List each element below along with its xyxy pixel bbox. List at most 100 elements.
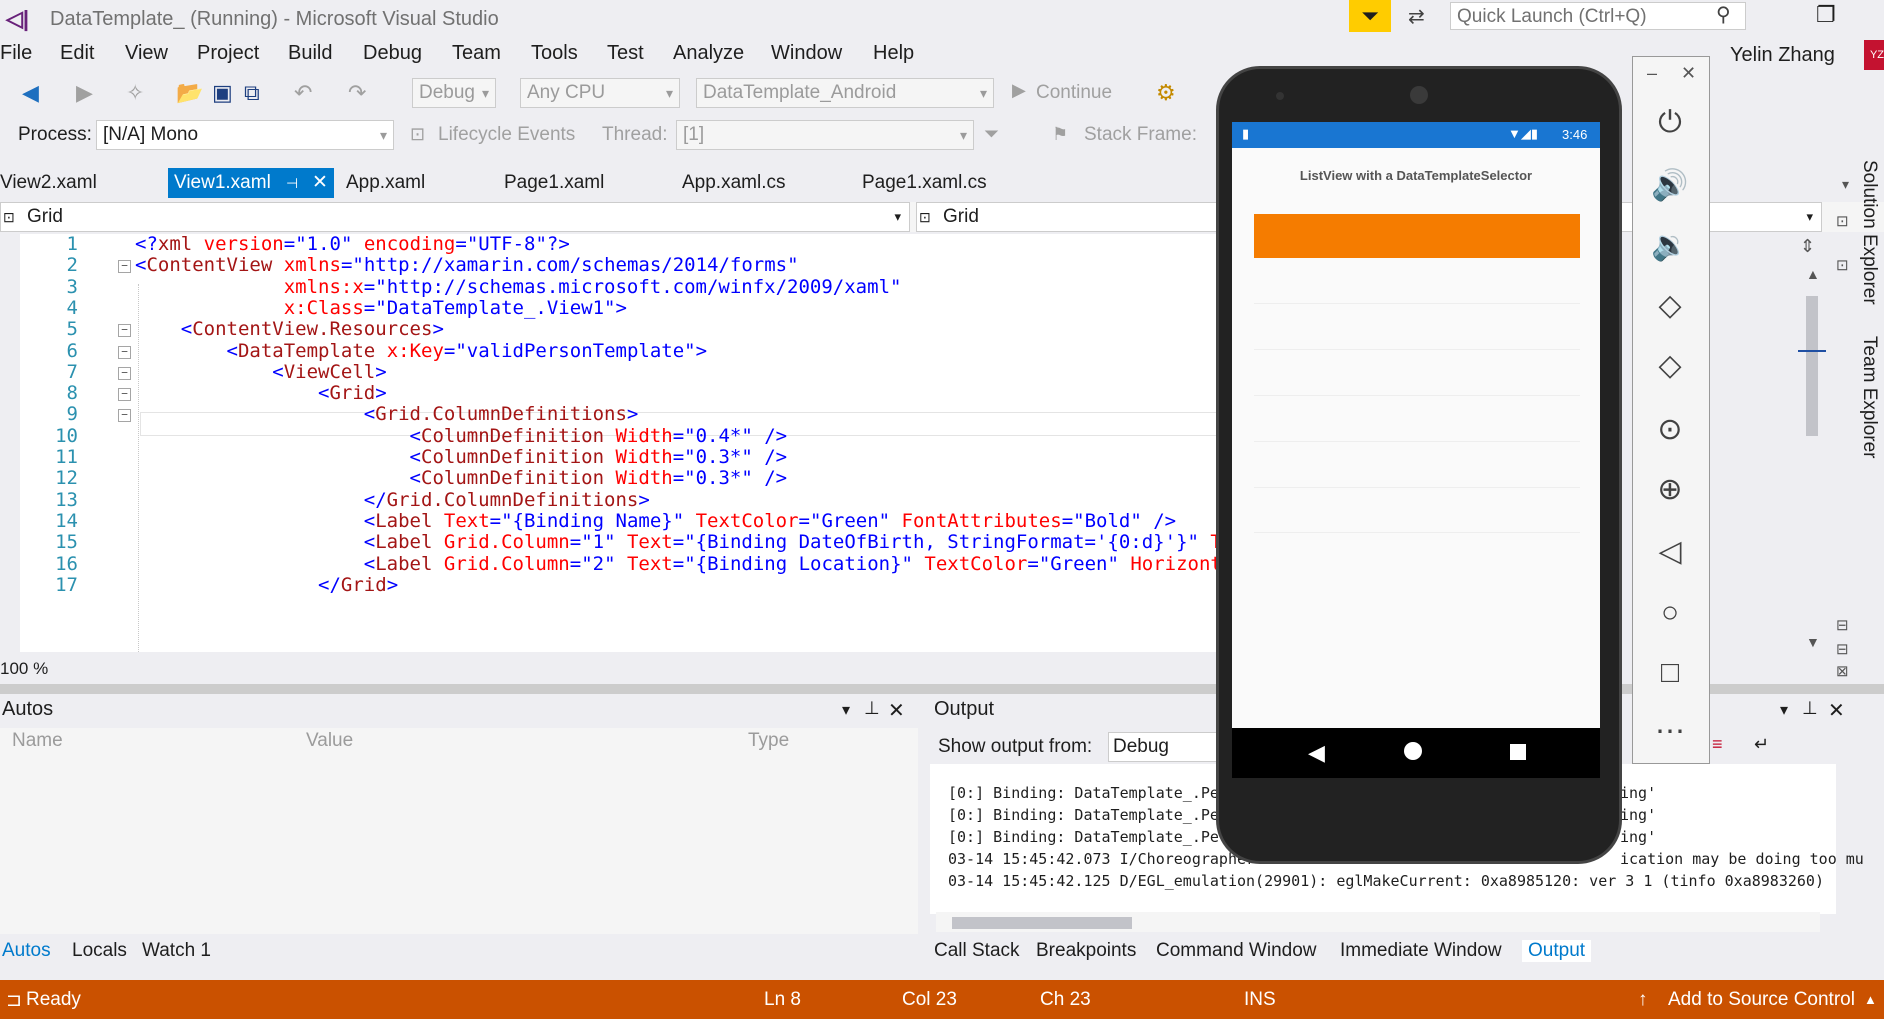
avatar[interactable]: YZ [1864,40,1884,70]
flag-icon[interactable]: ⚑ [1052,124,1068,145]
back-icon[interactable]: ◀ [22,80,39,106]
quick-launch-input[interactable]: Quick Launch (Ctrl+Q) [1450,2,1746,30]
new-project-icon[interactable]: ✧ [126,80,144,106]
search-icon[interactable]: ⚲ [1716,2,1731,27]
column-type[interactable]: Type [748,730,789,752]
right-nav-select[interactable]: ⊡ Grid [916,202,1236,232]
feedback-icon[interactable]: ⇄ [1408,4,1425,29]
collapse-icon[interactable]: − [118,366,131,380]
menu-project[interactable]: Project [197,42,259,65]
tab-view1-xaml[interactable]: View1.xaml ⊣ ✕ [168,168,334,198]
split-vertical-icon[interactable]: ⊟ [1836,640,1849,658]
collapse-icon[interactable]: − [118,345,131,359]
list-item-selected[interactable] [1254,214,1580,258]
pin-icon[interactable]: ⊡ [1836,212,1849,230]
menu-team[interactable]: Team [452,42,501,65]
menu-edit[interactable]: Edit [60,42,94,65]
attach-icon[interactable]: ⚙ [1156,80,1176,106]
split-horizontal-icon[interactable]: ⊟ [1836,616,1849,634]
user-name[interactable]: Yelin Zhang [1730,44,1835,67]
tab-command-window[interactable]: Command Window [1156,940,1317,962]
word-wrap-icon[interactable]: ↵ [1754,734,1769,755]
continue-icon[interactable]: ▶ [1012,80,1026,101]
chevron-down-icon[interactable]: ▾ [842,700,850,720]
home-icon[interactable]: ○ [1650,596,1690,630]
volume-up-icon[interactable]: 🔊 [1650,168,1690,203]
pin-icon[interactable]: ⊣ [286,168,298,198]
undo-icon[interactable]: ↶ [294,80,312,106]
phone-screen[interactable] [1232,122,1600,728]
scroll-down-icon[interactable]: ▼ [1806,634,1820,650]
close-icon[interactable]: ✕ [1828,698,1845,723]
menu-tools[interactable]: Tools [531,42,578,65]
tab-overflow-icon[interactable]: ▾ [1842,176,1849,193]
collapse-icon[interactable]: − [118,260,131,274]
zoom-select[interactable]: 100 % [0,656,80,682]
overview-icon[interactable]: □ [1650,656,1690,690]
close-tab-icon[interactable]: ✕ [312,168,328,198]
split-view-icon[interactable]: ⊡ [1836,256,1849,274]
save-all-icon[interactable]: ⧉ [244,80,260,106]
collapse-icon[interactable]: − [118,388,131,402]
open-folder-icon[interactable]: 📂 [176,80,203,106]
filter-icon[interactable]: ⏷ [984,124,999,146]
home-icon[interactable] [1404,742,1422,760]
split-icon[interactable]: ⇕ [1800,236,1815,257]
maximize-window-icon[interactable]: ❐ [1816,2,1836,28]
power-icon[interactable]: ⏻ [1650,106,1690,140]
rotate-left-icon[interactable]: ◇ [1650,288,1690,323]
chevron-up-icon[interactable]: ▲ [1864,992,1877,1007]
collapse-pane-icon[interactable]: ⊠ [1836,662,1849,680]
close-icon[interactable]: ✕ [888,698,905,723]
autos-grid[interactable]: Name Value Type [0,728,918,934]
tab-page1-xaml-cs[interactable]: Page1.xaml.cs [862,168,987,198]
more-options-icon[interactable]: ⋯ [1650,714,1690,749]
close-icon[interactable]: ✕ [1681,63,1696,84]
process-select[interactable]: [N/A] Mono [96,120,394,150]
column-name[interactable]: Name [12,730,63,752]
tab-app-xaml-cs[interactable]: App.xaml.cs [682,168,785,198]
tab-call-stack[interactable]: Call Stack [934,940,1020,962]
redo-icon[interactable]: ↷ [348,80,366,106]
tab-watch-1[interactable]: Watch 1 [142,940,211,962]
pin-icon[interactable]: ⊥ [864,698,880,719]
scroll-up-icon[interactable]: ▲ [1806,266,1820,282]
collapse-icon[interactable]: − [118,324,131,338]
menu-build[interactable]: Build [288,42,332,65]
menu-file[interactable]: File [0,42,32,65]
tab-output[interactable]: Output [1522,940,1592,962]
menu-debug[interactable]: Debug [363,42,422,65]
left-nav-select[interactable]: ⊡ Grid ▾ [0,202,910,232]
tab-breakpoints[interactable]: Breakpoints [1036,940,1136,962]
clear-all-icon[interactable]: ≡ [1712,734,1723,755]
back-icon[interactable]: ◀ [1308,740,1325,766]
tab-app-xaml[interactable]: App.xaml [346,168,425,198]
output-horizontal-scrollbar[interactable] [936,912,1820,932]
forward-icon[interactable]: ▶ [76,80,93,106]
column-value[interactable]: Value [306,730,353,752]
continue-button[interactable]: Continue [1036,82,1112,104]
tab-locals[interactable]: Locals [72,940,127,962]
thread-select[interactable]: [1] [676,120,974,150]
add-to-source-control-button[interactable]: Add to Source Control [1668,989,1855,1011]
code-editor[interactable]: 1 <?xml version="1.0" encoding="UTF-8"?> 2… [0,234,1220,652]
tab-autos[interactable]: Autos [2,940,51,962]
tab-view2-xaml[interactable]: View2.xaml [0,168,150,198]
menu-test[interactable]: Test [607,42,644,65]
back-icon[interactable]: ◁ [1650,534,1690,569]
menu-view[interactable]: View [125,42,168,65]
tab-team-explorer[interactable]: Team Explorer [1858,336,1880,459]
tab-page1-xaml[interactable]: Page1.xaml [504,168,604,198]
menu-analyze[interactable]: Analyze [673,42,744,65]
editor-scrollbar-thumb[interactable] [1806,296,1818,436]
platform-select[interactable]: Any CPU [520,78,680,108]
tab-solution-explorer[interactable]: Solution Explorer [1858,160,1880,305]
startup-project-select[interactable]: DataTemplate_Android [696,78,994,108]
camera-icon[interactable]: ⊙ [1650,412,1690,447]
pin-icon[interactable]: ⊥ [1802,698,1818,719]
menu-window[interactable]: Window [771,42,842,65]
tab-immediate-window[interactable]: Immediate Window [1340,940,1502,962]
save-icon[interactable]: ▣ [212,80,233,106]
menu-help[interactable]: Help [873,42,914,65]
overview-icon[interactable] [1510,744,1526,760]
